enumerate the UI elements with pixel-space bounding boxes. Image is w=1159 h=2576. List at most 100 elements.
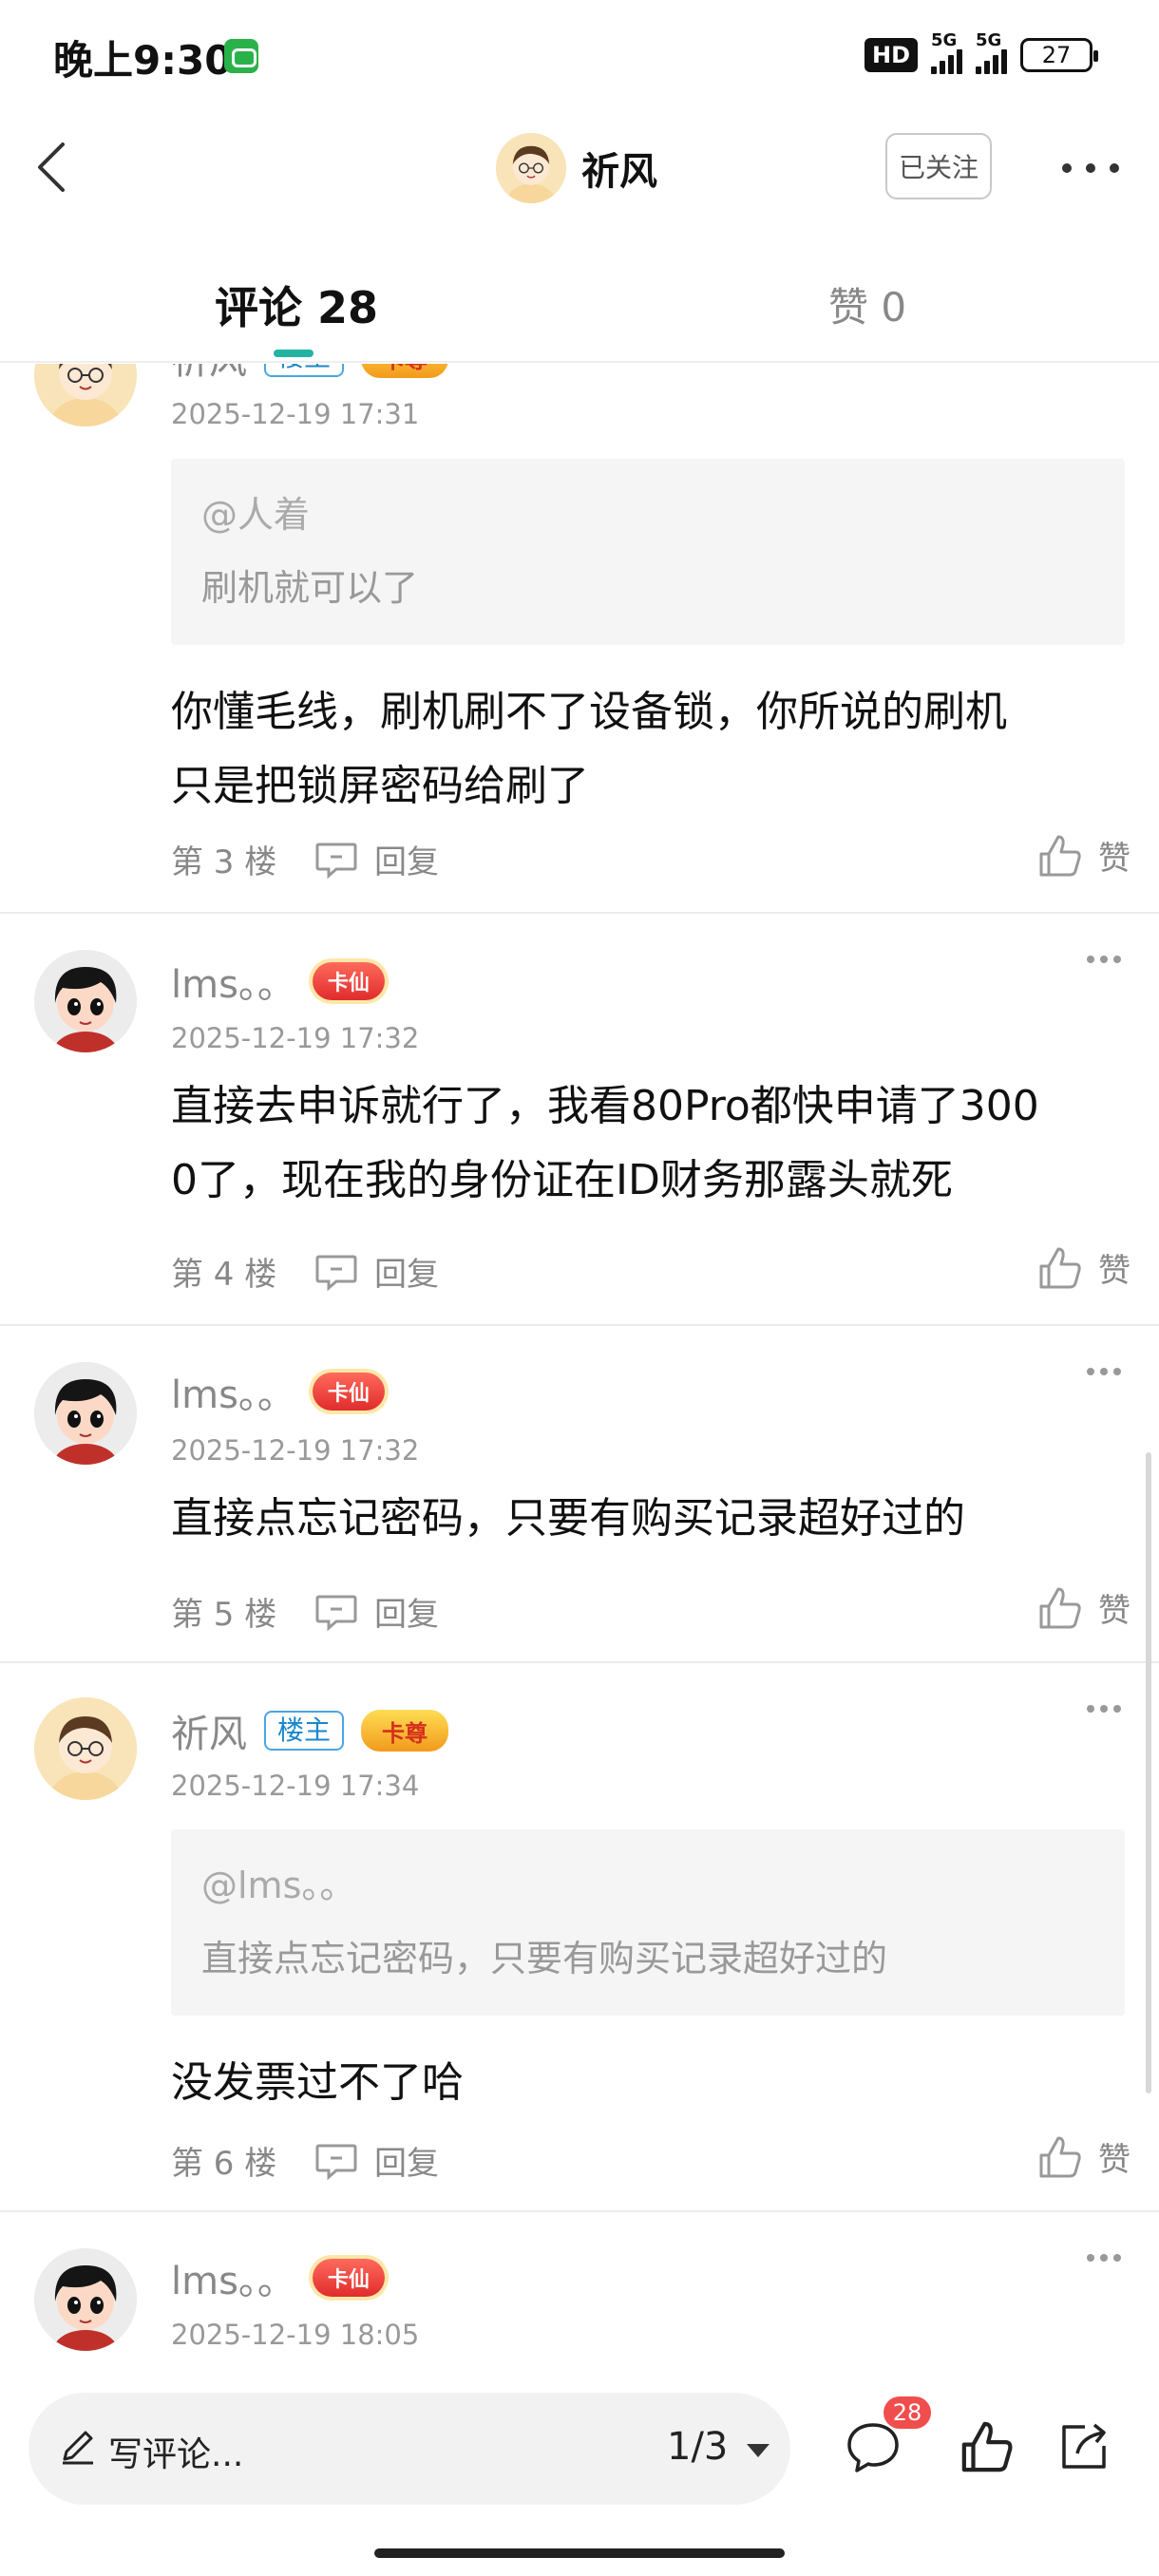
share-icon[interactable]	[1056, 2419, 1112, 2474]
comment-text: 没发票过不了哈	[171, 2058, 464, 2107]
level-badge: 卡仙	[312, 962, 385, 1000]
bottom-bar: 写评论... 1/3 28	[0, 2362, 1159, 2576]
author-avatar	[496, 133, 566, 203]
reply-icon	[315, 1595, 357, 1631]
hd-voice-icon: HD	[864, 38, 918, 72]
reply-button[interactable]: 回复	[314, 1248, 439, 1295]
floor-number: 第 6 楼	[171, 2145, 277, 2183]
tab-bar: 评论 28 赞 0	[0, 224, 1159, 363]
comment-input[interactable]: 写评论... 1/3	[28, 2393, 790, 2505]
like-button[interactable]: 赞	[1037, 1244, 1130, 1291]
comment-time: 2025-12-19 17:34	[171, 1770, 420, 1802]
comment-count-badge: 28	[884, 2396, 931, 2429]
thumbs-up-icon	[1039, 2136, 1081, 2177]
host-badge: 楼主	[264, 1711, 345, 1751]
comment-actions: 第 4 楼 回复 赞	[171, 1244, 1130, 1295]
comment-author-name: lms。。	[171, 1373, 295, 1417]
reply-button[interactable]: 回复	[314, 1588, 439, 1635]
comment-icon[interactable]	[846, 2419, 901, 2474]
quote-mention: @人着	[201, 494, 311, 536]
pencil-icon	[63, 2431, 93, 2465]
avatar[interactable]	[34, 950, 137, 1052]
more-icon[interactable]	[1062, 154, 1119, 182]
tab-likes[interactable]: 赞 0	[828, 275, 906, 333]
comment-placeholder: 写评论...	[108, 2435, 244, 2474]
avatar[interactable]	[34, 2248, 137, 2351]
comment-author[interactable]: 祈风 楼主 卡尊	[171, 1703, 449, 1758]
comment-more-icon[interactable]	[1087, 1705, 1121, 1714]
comment-actions: 第 5 楼 回复 赞	[171, 1584, 1130, 1635]
comment-time: 2025-12-19 18:05	[171, 2319, 420, 2351]
comment-author[interactable]: 祈风 楼主 卡尊	[171, 364, 449, 385]
signal-icon-2: 5G	[976, 30, 1007, 74]
status-icons: HD 5G 5G 27	[864, 30, 1098, 78]
signal-icon-1: 5G	[931, 30, 962, 74]
comment-text: 你懂毛线，刷机刷不了设备锁，你所说的刷机 只是把锁屏密码给刷了	[171, 688, 1007, 810]
reply-icon	[315, 1255, 357, 1291]
reply-button[interactable]: 回复	[314, 2137, 439, 2184]
avatar[interactable]	[34, 1697, 137, 1800]
comment-time: 2025-12-19 17:32	[171, 1434, 420, 1467]
app-notification-icon	[224, 39, 258, 73]
comment-author-name: lms。。	[171, 963, 295, 1007]
battery-icon: 27	[1020, 38, 1098, 72]
like-button[interactable]: 赞	[1037, 2133, 1130, 2180]
tab-comments[interactable]: 评论 28	[215, 274, 378, 336]
comment-item: lms。。 卡仙 2025-12-19 17:32 直接去申诉就行了，我看80P…	[0, 914, 1159, 1326]
comment-more-icon[interactable]	[1087, 2254, 1121, 2263]
like-button[interactable]: 赞	[1037, 832, 1130, 879]
quoted-comment[interactable]: @lms。。 直接点忘记密码，只要有购买记录超好过的	[171, 1829, 1125, 2016]
quoted-comment[interactable]: @人着 刷机就可以了	[171, 459, 1125, 645]
comment-time: 2025-12-19 17:31	[171, 398, 420, 430]
comment-actions: 第 6 楼 回复 赞	[171, 2133, 1130, 2184]
like-button[interactable]: 赞	[1037, 1584, 1130, 1631]
scrollbar[interactable]	[1146, 1452, 1151, 2093]
avatar[interactable]	[34, 364, 137, 426]
quote-text: 刷机就可以了	[201, 567, 419, 609]
comment-time: 2025-12-19 17:32	[171, 1022, 420, 1054]
comment-item: 祈风 楼主 卡尊 2025-12-19 17:31 @人着 刷机就可以了 你懂毛…	[0, 364, 1159, 914]
comment-item: lms。。 卡仙 2025-12-19 17:32 直接点忘记密码，只要有购买记…	[0, 1326, 1159, 1663]
avatar[interactable]	[34, 1362, 137, 1465]
author-name: 祈风	[581, 150, 657, 194]
comment-text: 直接点忘记密码，只要有购买记录超好过的	[171, 1494, 965, 1543]
host-badge: 楼主	[264, 364, 345, 377]
tab-active-indicator	[274, 350, 314, 357]
comment-author[interactable]: lms。。 卡仙	[171, 1364, 385, 1419]
reply-icon	[315, 843, 357, 879]
page-indicator[interactable]: 1/3	[667, 2425, 728, 2469]
thumbs-up-icon	[1039, 1587, 1081, 1628]
thumbs-up-icon[interactable]	[960, 2419, 1015, 2474]
comment-author[interactable]: lms。。 卡仙	[171, 954, 385, 1009]
reply-button[interactable]: 回复	[314, 836, 439, 882]
level-badge: 卡尊	[361, 1710, 449, 1752]
quote-text: 直接点忘记密码，只要有购买记录超好过的	[201, 1938, 888, 1979]
floor-number: 第 3 楼	[171, 843, 277, 881]
thumbs-up-icon	[1039, 1247, 1081, 1288]
comment-list[interactable]: 祈风 楼主 卡尊 2025-12-19 17:31 @人着 刷机就可以了 你懂毛…	[0, 364, 1159, 2362]
comment-more-icon[interactable]	[1087, 1368, 1121, 1377]
author-header[interactable]: 祈风	[496, 133, 657, 203]
status-bar: 晚上9:30 HD 5G 5G 27	[0, 0, 1159, 112]
chevron-down-icon[interactable]	[747, 2444, 770, 2457]
comment-author[interactable]: lms。。 卡仙	[171, 2250, 385, 2305]
comment-author-name: 祈风	[171, 364, 247, 385]
comment-actions: 第 3 楼 回复 赞	[171, 832, 1130, 882]
top-nav: 祈风 已关注	[0, 112, 1159, 224]
home-indicator[interactable]	[374, 2548, 785, 2558]
floor-number: 第 4 楼	[171, 1256, 277, 1294]
level-badge: 卡仙	[312, 1373, 385, 1411]
follow-button[interactable]: 已关注	[885, 133, 992, 199]
comment-text: 直接去申诉就行了，我看80Pro都快申请了300 0了，现在我的身份证在ID财务…	[171, 1082, 1039, 1204]
floor-number: 第 5 楼	[171, 1596, 277, 1634]
comment-author-name: 祈风	[171, 1713, 247, 1756]
level-badge: 卡尊	[361, 364, 449, 378]
quote-mention: @lms。。	[201, 1865, 356, 1906]
comment-author-name: lms。。	[171, 2260, 295, 2303]
reply-icon	[315, 2144, 357, 2180]
status-time: 晚上9:30	[53, 37, 233, 84]
back-icon[interactable]	[27, 139, 84, 196]
comment-item: lms。。 卡仙 2025-12-19 18:05	[0, 2212, 1159, 2362]
comment-item: 祈风 楼主 卡尊 2025-12-19 17:34 @lms。。 直接点忘记密码…	[0, 1663, 1159, 2212]
comment-more-icon[interactable]	[1087, 956, 1121, 965]
